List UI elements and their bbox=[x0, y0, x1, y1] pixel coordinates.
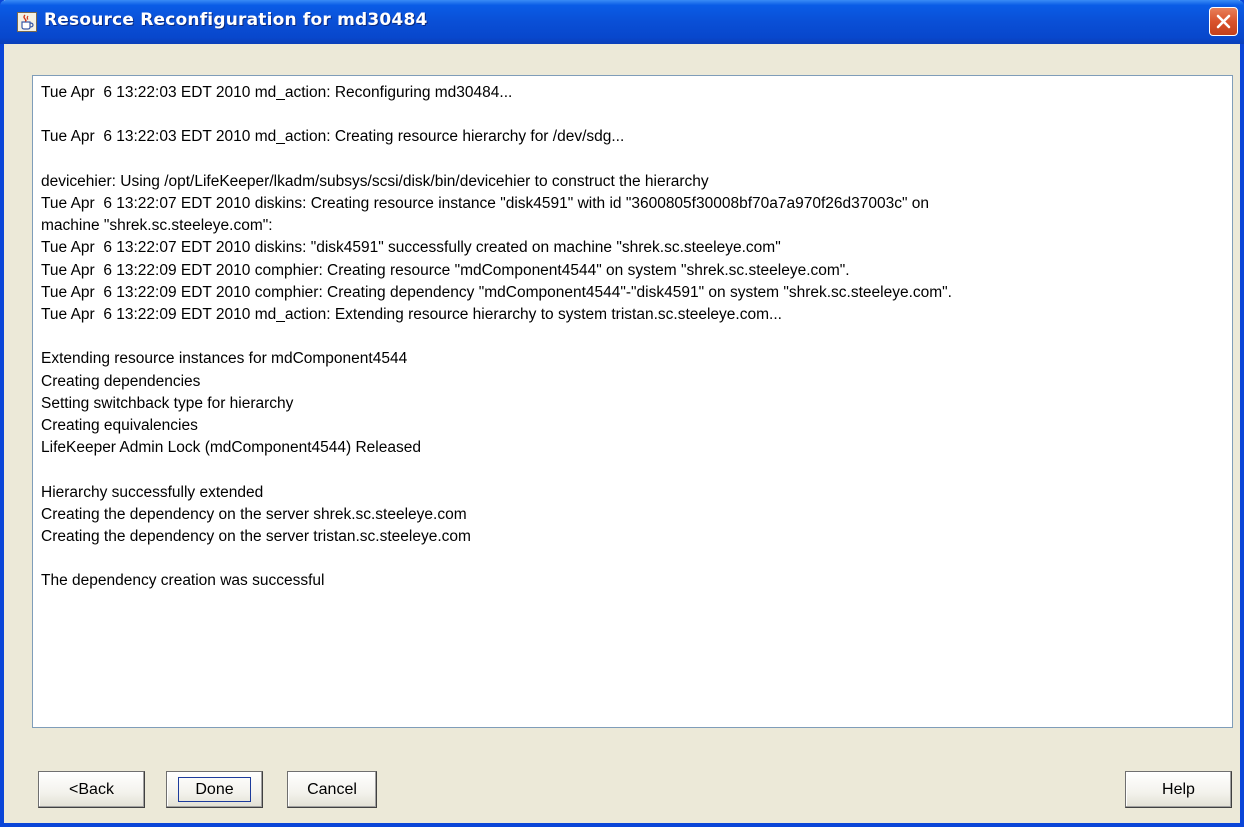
title-bar[interactable]: Resource Reconfiguration for md30484 bbox=[0, 0, 1244, 44]
back-button-label: <Back bbox=[69, 781, 114, 798]
log-line: Creating equivalencies bbox=[41, 417, 198, 434]
log-line: machine "shrek.sc.steeleye.com": bbox=[41, 217, 273, 235]
log-line: Creating dependencies bbox=[41, 372, 201, 390]
back-button[interactable]: <Back bbox=[38, 771, 145, 808]
log-line: Hierarchy successfully extended bbox=[41, 483, 264, 501]
log-line: Tue Apr 6 13:22:03 EDT 2010 md_action: R… bbox=[41, 84, 513, 101]
help-button[interactable]: Help bbox=[1125, 771, 1232, 808]
log-line: devicehier: Using /opt/LifeKeeper/lkadm/… bbox=[41, 172, 709, 190]
dialog-window: Resource Reconfiguration for md30484 Tue… bbox=[0, 0, 1244, 827]
log-line: Creating the dependency on the server tr… bbox=[41, 528, 471, 545]
log-line: Tue Apr 6 13:22:07 EDT 2010 diskins: Cre… bbox=[41, 194, 930, 212]
done-button[interactable]: Done bbox=[166, 771, 263, 808]
window-title: Resource Reconfiguration for md30484 bbox=[44, 10, 428, 30]
cancel-button-label: Cancel bbox=[307, 781, 357, 798]
log-line: Creating the dependency on the server sh… bbox=[41, 505, 467, 523]
log-line: Tue Apr 6 13:22:09 EDT 2010 md_action: E… bbox=[41, 306, 782, 323]
log-output-area[interactable]: Tue Apr 6 13:22:03 EDT 2010 md_action: R… bbox=[32, 75, 1233, 728]
close-icon bbox=[1216, 14, 1231, 29]
log-line: Tue Apr 6 13:22:09 EDT 2010 comphier: Cr… bbox=[41, 261, 850, 279]
java-cup-icon bbox=[17, 12, 37, 32]
log-line: Extending resource instances for mdCompo… bbox=[41, 350, 408, 368]
help-button-label: Help bbox=[1162, 781, 1195, 798]
log-line: Setting switchback type for hierarchy bbox=[41, 394, 294, 412]
log-line: Tue Apr 6 13:22:09 EDT 2010 comphier: Cr… bbox=[41, 283, 952, 301]
log-line: The dependency creation was successful bbox=[41, 572, 325, 590]
close-button[interactable] bbox=[1209, 7, 1238, 36]
cancel-button[interactable]: Cancel bbox=[287, 771, 377, 808]
log-line: LifeKeeper Admin Lock (mdComponent4544) … bbox=[41, 439, 421, 457]
log-line: Tue Apr 6 13:22:07 EDT 2010 diskins: "di… bbox=[41, 239, 781, 257]
log-line: Tue Apr 6 13:22:03 EDT 2010 md_action: C… bbox=[41, 128, 625, 146]
done-button-label: Done bbox=[178, 777, 251, 802]
